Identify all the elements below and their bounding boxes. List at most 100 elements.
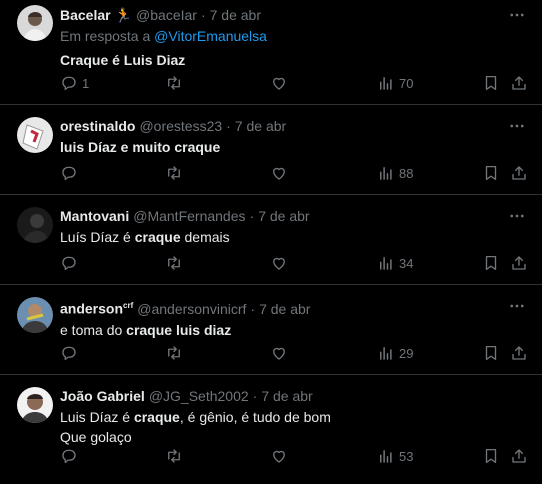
tweet-text-bold: Craque é Luis Diaz bbox=[60, 52, 186, 68]
tweet-text: Luís Díaz é craque demais bbox=[60, 227, 526, 247]
author-handle[interactable]: @baceIar bbox=[136, 6, 197, 24]
like-button[interactable] bbox=[270, 74, 288, 92]
separator-dot: · bbox=[252, 388, 258, 404]
more-icon[interactable] bbox=[508, 6, 526, 24]
tweet-date[interactable]: 7 de abr bbox=[258, 207, 309, 225]
views-icon bbox=[377, 447, 395, 465]
tweet-date[interactable]: 7 de abr bbox=[210, 6, 261, 24]
tweet-text: Luis Díaz é craque, é gênio, é tudo de b… bbox=[60, 407, 526, 447]
tweet[interactable]: Bacelar 🏃 @baceIar · 7 de abr Em respost… bbox=[0, 0, 542, 105]
views-count: 70 bbox=[399, 75, 414, 91]
reply-to-link[interactable]: @VitorEmanuelsa bbox=[154, 28, 267, 44]
retweet-button[interactable] bbox=[165, 74, 183, 92]
author-handle[interactable]: @JG_Seth2002 bbox=[149, 387, 249, 405]
bookmark-button[interactable] bbox=[482, 164, 500, 182]
views-button[interactable]: 53 bbox=[377, 447, 413, 465]
tweet[interactable]: andersoncrf @andersonvinicrf · 7 de abr … bbox=[0, 285, 542, 375]
reply-icon bbox=[60, 254, 78, 272]
reply-button[interactable]: 1 bbox=[60, 74, 89, 92]
author-handle[interactable]: @MantFernandes bbox=[133, 207, 245, 225]
reply-icon bbox=[60, 447, 78, 465]
tweet-text: e toma do craque luis diaz bbox=[60, 320, 526, 340]
author-name[interactable]: andersoncrf bbox=[60, 297, 133, 318]
bookmark-button[interactable] bbox=[482, 254, 500, 272]
views-count: 53 bbox=[399, 448, 414, 464]
bookmark-icon bbox=[482, 344, 500, 362]
avatar[interactable] bbox=[17, 387, 53, 423]
reply-button[interactable] bbox=[60, 164, 78, 182]
share-button[interactable] bbox=[510, 74, 528, 92]
views-icon bbox=[377, 344, 395, 362]
reply-icon bbox=[60, 164, 78, 182]
like-icon bbox=[270, 344, 288, 362]
retweet-icon bbox=[165, 447, 183, 465]
views-button[interactable]: 70 bbox=[377, 74, 413, 92]
reply-button[interactable] bbox=[60, 344, 78, 362]
share-icon bbox=[510, 447, 528, 465]
tweet[interactable]: orestinaldo @orestess23 · 7 de abr luis … bbox=[0, 105, 542, 195]
author-name[interactable]: Mantovani bbox=[60, 207, 129, 225]
tweet-text-line2: Que golaço bbox=[60, 429, 132, 445]
tweet-text-post: demais bbox=[180, 229, 230, 245]
like-button[interactable] bbox=[270, 447, 288, 465]
tweet-text: Craque é Luis Diaz bbox=[60, 50, 526, 70]
bookmark-icon bbox=[482, 447, 500, 465]
more-icon[interactable] bbox=[508, 207, 526, 225]
views-count: 34 bbox=[399, 255, 414, 271]
tweet-text-bold: craque bbox=[133, 409, 180, 425]
views-button[interactable]: 34 bbox=[377, 254, 413, 272]
like-icon bbox=[270, 254, 288, 272]
reply-context: Em resposta a @VitorEmanuelsa bbox=[60, 27, 526, 45]
share-button[interactable] bbox=[510, 344, 528, 362]
share-icon bbox=[510, 344, 528, 362]
bookmark-button[interactable] bbox=[482, 74, 500, 92]
action-bar: 88 bbox=[0, 164, 542, 184]
share-button[interactable] bbox=[510, 447, 528, 465]
author-name[interactable]: Bacelar bbox=[60, 6, 111, 24]
reply-button[interactable] bbox=[60, 447, 78, 465]
views-icon bbox=[377, 164, 395, 182]
tweet[interactable]: Mantovani @MantFernandes · 7 de abr Luís… bbox=[0, 195, 542, 285]
like-icon bbox=[270, 164, 288, 182]
tweet-text-pre: e toma do bbox=[60, 321, 127, 338]
avatar[interactable] bbox=[17, 207, 53, 243]
author-name[interactable]: orestinaldo bbox=[60, 117, 135, 135]
views-button[interactable]: 29 bbox=[377, 344, 413, 362]
retweet-icon bbox=[165, 164, 183, 182]
separator-dot: · bbox=[249, 208, 255, 224]
like-button[interactable] bbox=[270, 164, 288, 182]
author-handle[interactable]: @orestess23 bbox=[139, 117, 222, 135]
separator-dot: · bbox=[250, 300, 256, 317]
avatar[interactable] bbox=[17, 5, 53, 41]
reply-button[interactable] bbox=[60, 254, 78, 272]
action-bar: 34 bbox=[0, 254, 542, 274]
retweet-button[interactable] bbox=[165, 254, 183, 272]
retweet-button[interactable] bbox=[165, 447, 183, 465]
action-bar: 29 bbox=[0, 344, 542, 364]
tweet[interactable]: João Gabriel @JG_Seth2002 · 7 de abr Lui… bbox=[0, 375, 542, 484]
tweet-date[interactable]: 7 de abr bbox=[259, 300, 310, 318]
retweet-button[interactable] bbox=[165, 344, 183, 362]
bookmark-button[interactable] bbox=[482, 344, 500, 362]
action-bar: 53 bbox=[0, 447, 542, 467]
more-icon[interactable] bbox=[508, 117, 526, 135]
bookmark-button[interactable] bbox=[482, 447, 500, 465]
like-button[interactable] bbox=[270, 344, 288, 362]
tweet-text-post: , é gênio, é tudo de bom bbox=[179, 409, 331, 425]
share-button[interactable] bbox=[510, 254, 528, 272]
tweet-date[interactable]: 7 de abr bbox=[261, 387, 312, 405]
retweet-button[interactable] bbox=[165, 164, 183, 182]
views-button[interactable]: 88 bbox=[377, 164, 413, 182]
author-name-text: anderson bbox=[60, 300, 124, 317]
avatar[interactable] bbox=[17, 297, 53, 333]
author-name[interactable]: João Gabriel bbox=[60, 387, 145, 405]
more-icon[interactable] bbox=[508, 297, 526, 315]
like-button[interactable] bbox=[270, 254, 288, 272]
avatar[interactable] bbox=[17, 117, 53, 153]
share-button[interactable] bbox=[510, 164, 528, 182]
tweet-text-pre: Luís Díaz é bbox=[60, 229, 135, 245]
views-count: 88 bbox=[399, 165, 414, 181]
tweet-text-bold: craque bbox=[134, 229, 181, 245]
tweet-date[interactable]: 7 de abr bbox=[235, 117, 286, 135]
author-handle[interactable]: @andersonvinicrf bbox=[137, 300, 246, 318]
